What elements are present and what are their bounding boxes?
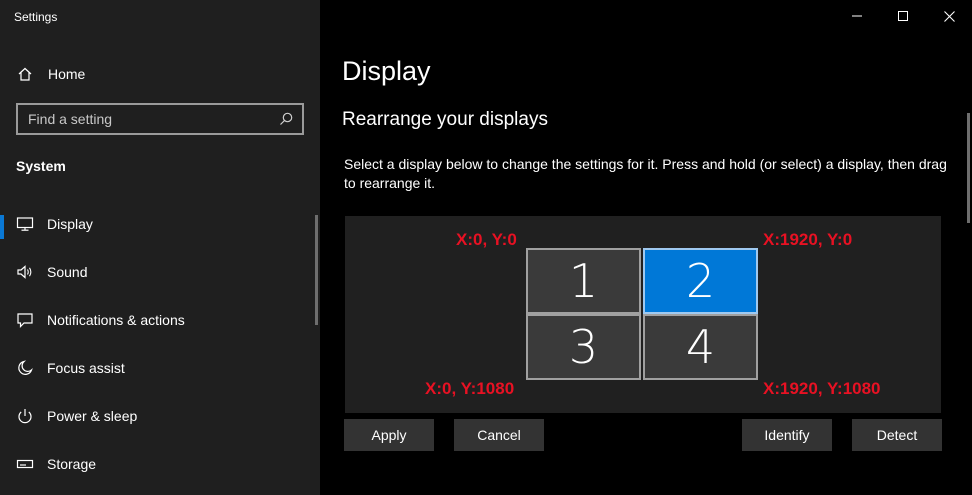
- sidebar-item-sound[interactable]: Sound: [0, 252, 316, 292]
- maximize-button[interactable]: [880, 0, 926, 32]
- search-box[interactable]: [16, 103, 304, 135]
- identify-button[interactable]: Identify: [742, 419, 832, 451]
- coord-label-bottom-right: X:1920, Y:1080: [763, 379, 881, 398]
- close-icon: [943, 10, 955, 22]
- main-scrollbar[interactable]: [967, 113, 970, 223]
- apply-button[interactable]: Apply: [344, 419, 434, 451]
- monitor-3[interactable]: 3: [526, 314, 641, 380]
- sidebar-item-label: Focus assist: [47, 360, 125, 376]
- app-title: Settings: [14, 10, 58, 24]
- search-icon[interactable]: [278, 111, 294, 127]
- sidebar-item-display[interactable]: Display: [0, 204, 316, 244]
- monitor-number: 4: [685, 320, 716, 374]
- monitor-1[interactable]: 1: [526, 248, 641, 314]
- monitor-2[interactable]: 2: [643, 248, 758, 314]
- power-icon: [16, 407, 34, 425]
- sidebar-item-label: Power & sleep: [47, 408, 138, 424]
- home-link[interactable]: Home: [16, 64, 85, 84]
- sidebar-item-label: Sound: [47, 264, 88, 280]
- sidebar-item-label: Storage: [47, 456, 97, 472]
- sidebar-item-power-sleep[interactable]: Power & sleep: [0, 396, 316, 436]
- detect-button[interactable]: Detect: [852, 419, 942, 451]
- page-title: Display: [342, 56, 431, 86]
- storage-icon: [16, 455, 34, 473]
- sidebar-item-storage[interactable]: Storage: [0, 444, 316, 484]
- sidebar-item-label: Display: [47, 216, 93, 232]
- active-indicator: [0, 215, 4, 239]
- search-input[interactable]: [18, 105, 268, 133]
- monitor-4[interactable]: 4: [643, 314, 758, 380]
- sidebar-item-focus-assist[interactable]: Focus assist: [0, 348, 316, 388]
- home-label: Home: [48, 66, 86, 82]
- message-icon: [16, 311, 34, 329]
- speaker-icon: [16, 263, 34, 281]
- section-subtitle: Rearrange your displays: [342, 109, 548, 130]
- minimize-button[interactable]: [834, 0, 880, 32]
- coord-label-top-right: X:1920, Y:0: [763, 230, 853, 249]
- maximize-icon: [898, 11, 908, 21]
- minimize-icon: [852, 15, 862, 17]
- monitor-number: 3: [568, 320, 599, 374]
- close-button[interactable]: [926, 0, 972, 32]
- main-content: Display Rearrange your displays Select a…: [320, 0, 972, 495]
- sidebar-scrollbar[interactable]: [315, 215, 318, 325]
- sidebar-item-label: Notifications & actions: [47, 312, 185, 328]
- display-arrangement-canvas: 1 2 3 4 X:0, Y:0 X:1920, Y:0 X:0, Y:1080…: [345, 216, 941, 413]
- monitor-icon: [16, 215, 34, 233]
- coord-label-top-left: X:0, Y:0: [456, 230, 517, 249]
- cancel-button[interactable]: Cancel: [454, 419, 544, 451]
- home-icon: [16, 65, 34, 83]
- coord-label-bottom-left: X:0, Y:1080: [425, 379, 515, 398]
- moon-icon: [16, 359, 34, 377]
- sidebar-item-notifications[interactable]: Notifications & actions: [0, 300, 316, 340]
- description-text: Select a display below to change the set…: [344, 156, 947, 191]
- monitor-number: 2: [685, 254, 716, 308]
- sidebar: Settings Home System Display Sound Notif…: [0, 0, 320, 495]
- monitor-number: 1: [568, 254, 599, 308]
- section-title-system: System: [16, 158, 66, 174]
